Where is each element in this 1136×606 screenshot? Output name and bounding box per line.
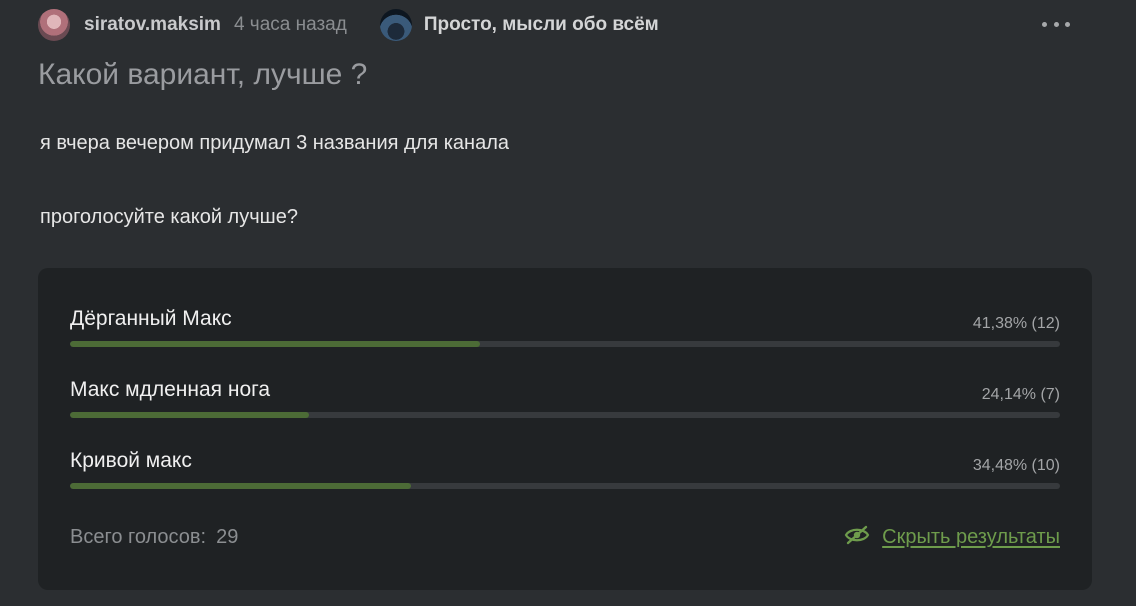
author-avatar[interactable]: [38, 9, 70, 41]
hide-results-label: Скрыть результаты: [882, 526, 1060, 548]
poll: Дёрганный Макс 41,38% (12) Макс мдленная…: [38, 268, 1092, 590]
poll-option[interactable]: Кривой макс 34,48% (10): [70, 449, 1060, 489]
post-card: siratov.maksim 4 часа назад Просто, мысл…: [0, 0, 1136, 606]
post-time: 4 часа назад: [233, 14, 347, 35]
post-body-line: проголосуйте какой лучше?: [40, 206, 298, 228]
post-body-line: я вчера вечером придумал 3 названия для …: [40, 132, 510, 154]
post-header: siratov.maksim 4 часа назад Просто, мысл…: [38, 8, 659, 42]
poll-bar-track: [70, 483, 1060, 489]
poll-bar-fill: [70, 412, 309, 418]
channel-avatar[interactable]: [379, 9, 412, 41]
hide-results-button[interactable]: Скрыть результаты: [844, 525, 1060, 550]
poll-option[interactable]: Дёрганный Макс 41,38% (12): [70, 307, 1060, 347]
channel-avatar-wrap[interactable]: [379, 9, 412, 41]
author-name[interactable]: siratov.maksim: [84, 14, 221, 36]
poll-bar-track: [70, 341, 1060, 347]
poll-option-label: Макс мдленная нога: [70, 378, 271, 401]
poll-option-result: 34,48% (10): [972, 457, 1060, 474]
poll-bar-track: [70, 412, 1060, 418]
poll-total-label: Всего голосов:: [70, 526, 207, 548]
more-options-button[interactable]: [1042, 14, 1070, 34]
poll-option-label: Кривой макс: [70, 449, 192, 472]
channel-name[interactable]: Просто, мысли обо всём: [424, 14, 659, 36]
eye-off-icon: [844, 525, 870, 550]
poll-option[interactable]: Макс мдленная нога 24,14% (7): [70, 378, 1060, 418]
more-horizontal-icon: [1042, 21, 1047, 27]
more-horizontal-icon: [1053, 21, 1059, 27]
poll-option-result: 41,38% (12): [972, 315, 1060, 332]
post-title: Какой вариант, лучше ?: [38, 58, 368, 91]
poll-total: Всего голосов: 29: [70, 526, 238, 549]
poll-bar-fill: [70, 341, 480, 347]
poll-bar-fill: [70, 483, 412, 489]
poll-option-label: Дёрганный Макс: [70, 307, 232, 330]
more-horizontal-icon: [1065, 21, 1070, 27]
poll-option-result: 24,14% (7): [981, 386, 1060, 403]
poll-total-count: 29: [216, 526, 239, 548]
